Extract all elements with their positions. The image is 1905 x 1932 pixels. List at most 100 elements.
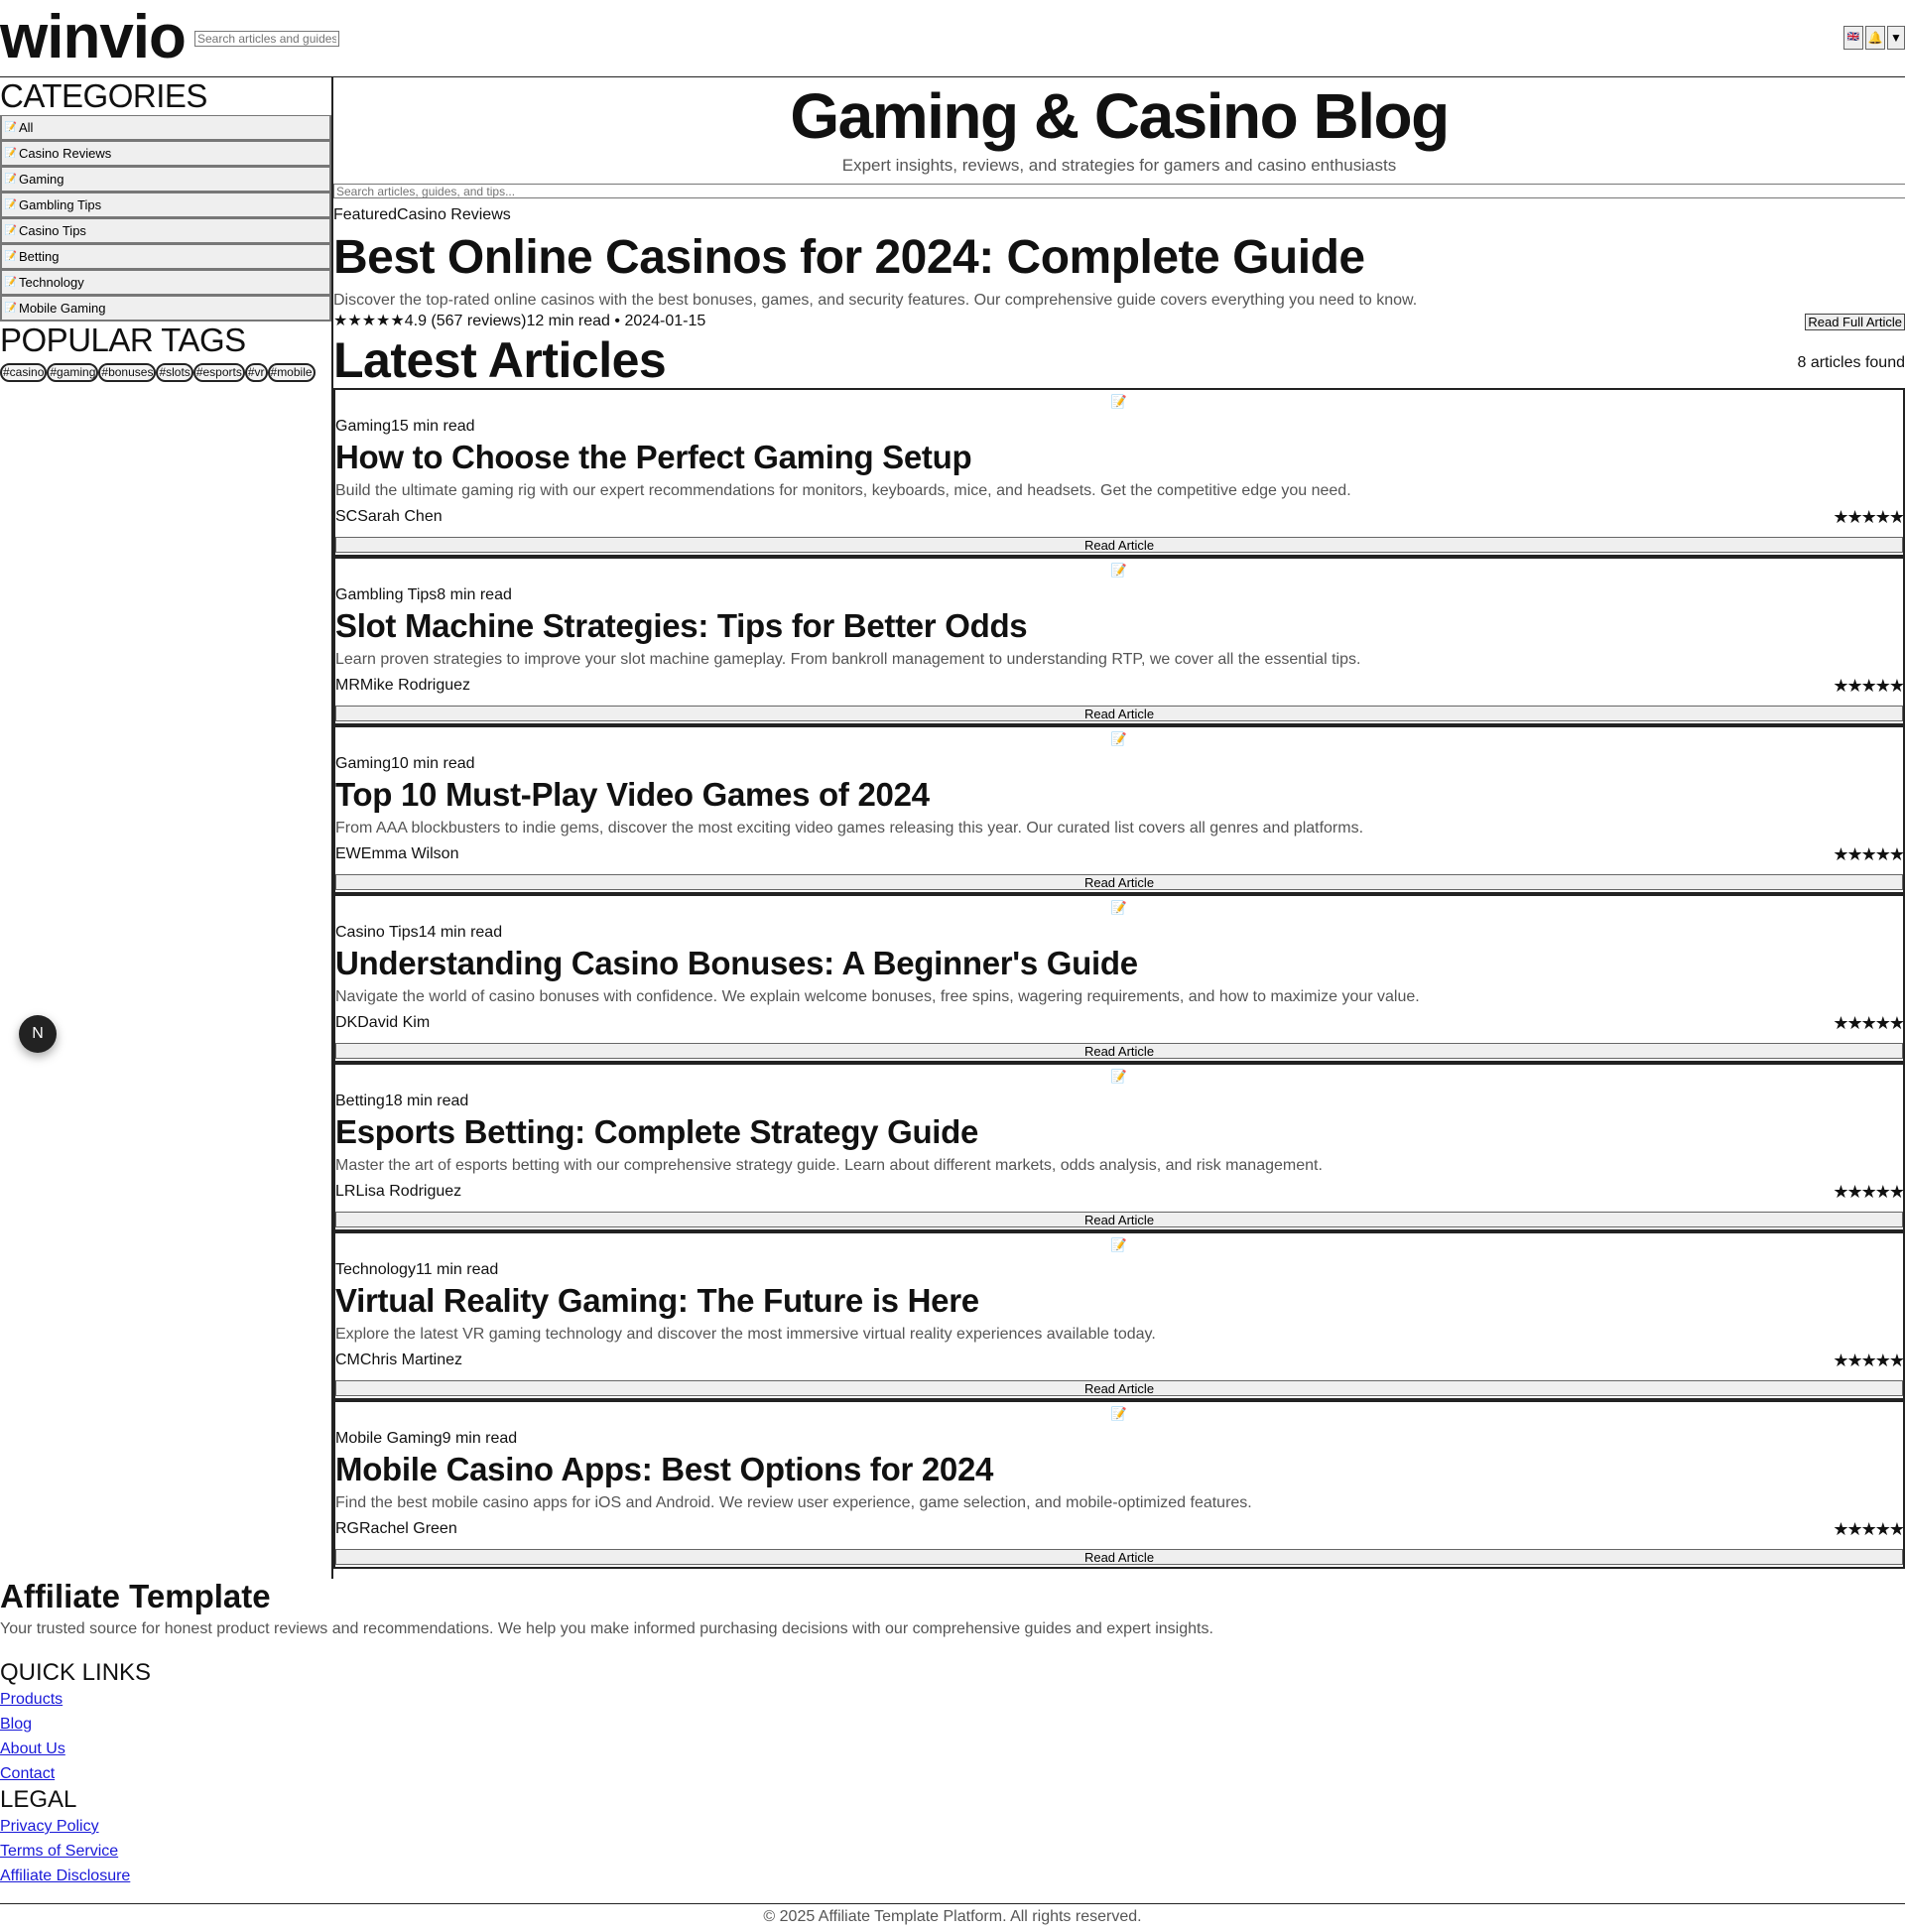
article-category: Casino Tips bbox=[335, 924, 419, 941]
read-article-button[interactable]: Read Article bbox=[335, 1549, 1903, 1565]
featured-date: 2024-01-15 bbox=[624, 313, 706, 329]
article-meta: Technology11 min read bbox=[335, 1260, 498, 1280]
notification-bell-icon[interactable]: 🔔 bbox=[1865, 26, 1885, 50]
tag-mobile[interactable]: #mobile bbox=[267, 363, 316, 382]
article-card: 📝 Betting18 min read Esports Betting: Co… bbox=[333, 1063, 1905, 1231]
author-name: Lisa Rodriguez bbox=[355, 1183, 462, 1200]
article-author: CMChris Martinez bbox=[335, 1351, 462, 1370]
category-label: Betting bbox=[19, 249, 60, 264]
footer-link-affiliate-disclosure[interactable]: Affiliate Disclosure bbox=[0, 1868, 130, 1884]
memo-icon: 📝 bbox=[4, 302, 18, 314]
header-search-input[interactable] bbox=[194, 31, 339, 47]
meta-separator: • bbox=[609, 313, 625, 329]
read-article-button[interactable]: Read Article bbox=[335, 1380, 1903, 1396]
tag-gaming[interactable]: #gaming bbox=[47, 363, 99, 382]
memo-icon: 📝 bbox=[4, 198, 18, 210]
footer-link-blog[interactable]: Blog bbox=[0, 1716, 32, 1733]
article-image-icon: 📝 bbox=[1110, 900, 1128, 915]
category-betting-button[interactable]: 📝 Betting bbox=[0, 244, 331, 270]
article-description: Master the art of esports betting with o… bbox=[335, 1157, 1323, 1174]
memo-icon: 📝 bbox=[4, 173, 18, 185]
category-all-button[interactable]: 📝 All bbox=[0, 115, 331, 141]
author-name: Mike Rodriguez bbox=[359, 677, 471, 694]
article-image-icon: 📝 bbox=[1110, 563, 1128, 578]
author-initials: RG bbox=[335, 1520, 359, 1537]
author-initials: MR bbox=[335, 677, 360, 694]
featured-title[interactable]: Best Online Casinos for 2024: Complete G… bbox=[333, 225, 1905, 291]
category-label: All bbox=[19, 120, 34, 135]
author-name: Chris Martinez bbox=[359, 1352, 463, 1368]
article-image-icon: 📝 bbox=[1110, 394, 1128, 409]
category-mobile-gaming-button[interactable]: 📝 Mobile Gaming bbox=[0, 296, 331, 322]
article-description: Learn proven strategies to improve your … bbox=[335, 651, 1361, 668]
article-category: Technology bbox=[335, 1261, 416, 1278]
tag-bonuses[interactable]: #bonuses bbox=[98, 363, 157, 382]
article-author: EWEmma Wilson bbox=[335, 844, 458, 864]
sidebar: CATEGORIES 📝 All 📝 Casino Reviews 📝 Gaming … bbox=[0, 77, 331, 382]
memo-icon: 📝 bbox=[4, 250, 18, 262]
article-title[interactable]: Virtual Reality Gaming: The Future is He… bbox=[335, 1281, 979, 1321]
article-title[interactable]: How to Choose the Perfect Gaming Setup bbox=[335, 438, 972, 477]
language-flag-icon[interactable]: 🇬🇧 bbox=[1843, 26, 1863, 50]
read-article-button[interactable]: Read Article bbox=[335, 1212, 1903, 1227]
floating-avatar-button[interactable]: N bbox=[19, 1015, 57, 1053]
article-title[interactable]: Esports Betting: Complete Strategy Guide bbox=[335, 1112, 978, 1152]
tag-vr[interactable]: #vr bbox=[244, 363, 268, 382]
article-card: 📝 Gaming10 min read Top 10 Must-Play Vid… bbox=[333, 725, 1905, 894]
rating-stars-icon: ★★★★★ bbox=[1833, 1182, 1905, 1202]
footer-link-terms-of-service[interactable]: Terms of Service bbox=[0, 1843, 118, 1860]
article-description: Find the best mobile casino apps for iOS… bbox=[335, 1494, 1252, 1511]
legal-heading: LEGAL bbox=[0, 1786, 77, 1813]
article-read-time: 10 min read bbox=[391, 755, 475, 772]
read-article-button[interactable]: Read Article bbox=[335, 706, 1903, 721]
read-article-button[interactable]: Read Article bbox=[335, 537, 1903, 553]
rating-stars-icon: ★★★★★ bbox=[1833, 1013, 1905, 1033]
memo-icon: 📝 bbox=[4, 147, 18, 159]
article-title[interactable]: Slot Machine Strategies: Tips for Better… bbox=[335, 606, 1028, 646]
category-casino-reviews-button[interactable]: 📝 Casino Reviews bbox=[0, 141, 331, 167]
article-read-time: 8 min read bbox=[437, 586, 512, 603]
footer-link-contact[interactable]: Contact bbox=[0, 1765, 55, 1782]
featured-category: Casino Reviews bbox=[397, 206, 511, 223]
read-full-article-button[interactable]: Read Full Article bbox=[1805, 314, 1905, 330]
rating-stars-icon: ★★★★★ bbox=[333, 313, 405, 329]
article-meta: Mobile Gaming9 min read bbox=[335, 1429, 517, 1449]
category-label: Technology bbox=[19, 275, 84, 290]
article-card: 📝 Gaming15 min read How to Choose the Pe… bbox=[333, 388, 1905, 557]
featured-read-time: 12 min read bbox=[526, 313, 610, 329]
tag-esports[interactable]: #esports bbox=[192, 363, 245, 382]
article-meta: Casino Tips14 min read bbox=[335, 923, 502, 943]
featured-badge: Featured bbox=[333, 206, 398, 223]
category-gambling-tips-button[interactable]: 📝 Gambling Tips bbox=[0, 193, 331, 218]
article-read-time: 9 min read bbox=[442, 1430, 518, 1447]
main-content: Gaming & Casino Blog Expert insights, re… bbox=[331, 77, 1905, 1579]
author-initials: SC bbox=[335, 508, 358, 525]
user-dropdown-icon[interactable]: ▼ bbox=[1887, 26, 1905, 50]
footer-link-about-us[interactable]: About Us bbox=[0, 1740, 65, 1757]
featured-description: Discover the top-rated online casinos wi… bbox=[333, 292, 1418, 309]
article-title[interactable]: Understanding Casino Bonuses: A Beginner… bbox=[335, 944, 1138, 983]
article-title[interactable]: Mobile Casino Apps: Best Options for 202… bbox=[335, 1450, 993, 1489]
featured-rating: 4.9 (567 reviews) bbox=[404, 313, 527, 329]
category-casino-tips-button[interactable]: 📝 Casino Tips bbox=[0, 218, 331, 244]
article-description: From AAA blockbusters to indie gems, dis… bbox=[335, 820, 1364, 837]
categories-heading: CATEGORIES bbox=[0, 77, 207, 114]
page-subtitle: Expert insights, reviews, and strategies… bbox=[841, 156, 1397, 175]
footer-brand: Affiliate Template bbox=[0, 1578, 271, 1614]
article-title[interactable]: Top 10 Must-Play Video Games of 2024 bbox=[335, 775, 930, 815]
site-logo[interactable]: winvio bbox=[0, 2, 187, 73]
footer-link-privacy-policy[interactable]: Privacy Policy bbox=[0, 1818, 99, 1835]
category-gaming-button[interactable]: 📝 Gaming bbox=[0, 167, 331, 193]
article-search-input[interactable] bbox=[333, 184, 1905, 198]
featured-article: FeaturedCasino Reviews Best Online Casin… bbox=[333, 205, 1905, 332]
read-article-button[interactable]: Read Article bbox=[335, 1043, 1903, 1059]
tag-casino[interactable]: #casino bbox=[0, 363, 48, 382]
article-category: Gaming bbox=[335, 755, 392, 772]
read-article-button[interactable]: Read Article bbox=[335, 874, 1903, 890]
footer-link-products[interactable]: Products bbox=[0, 1691, 63, 1708]
category-label: Casino Reviews bbox=[19, 146, 112, 161]
author-name: Sarah Chen bbox=[357, 508, 443, 525]
tag-slots[interactable]: #slots bbox=[156, 363, 193, 382]
article-meta: Gaming15 min read bbox=[335, 417, 475, 437]
category-technology-button[interactable]: 📝 Technology bbox=[0, 270, 331, 296]
